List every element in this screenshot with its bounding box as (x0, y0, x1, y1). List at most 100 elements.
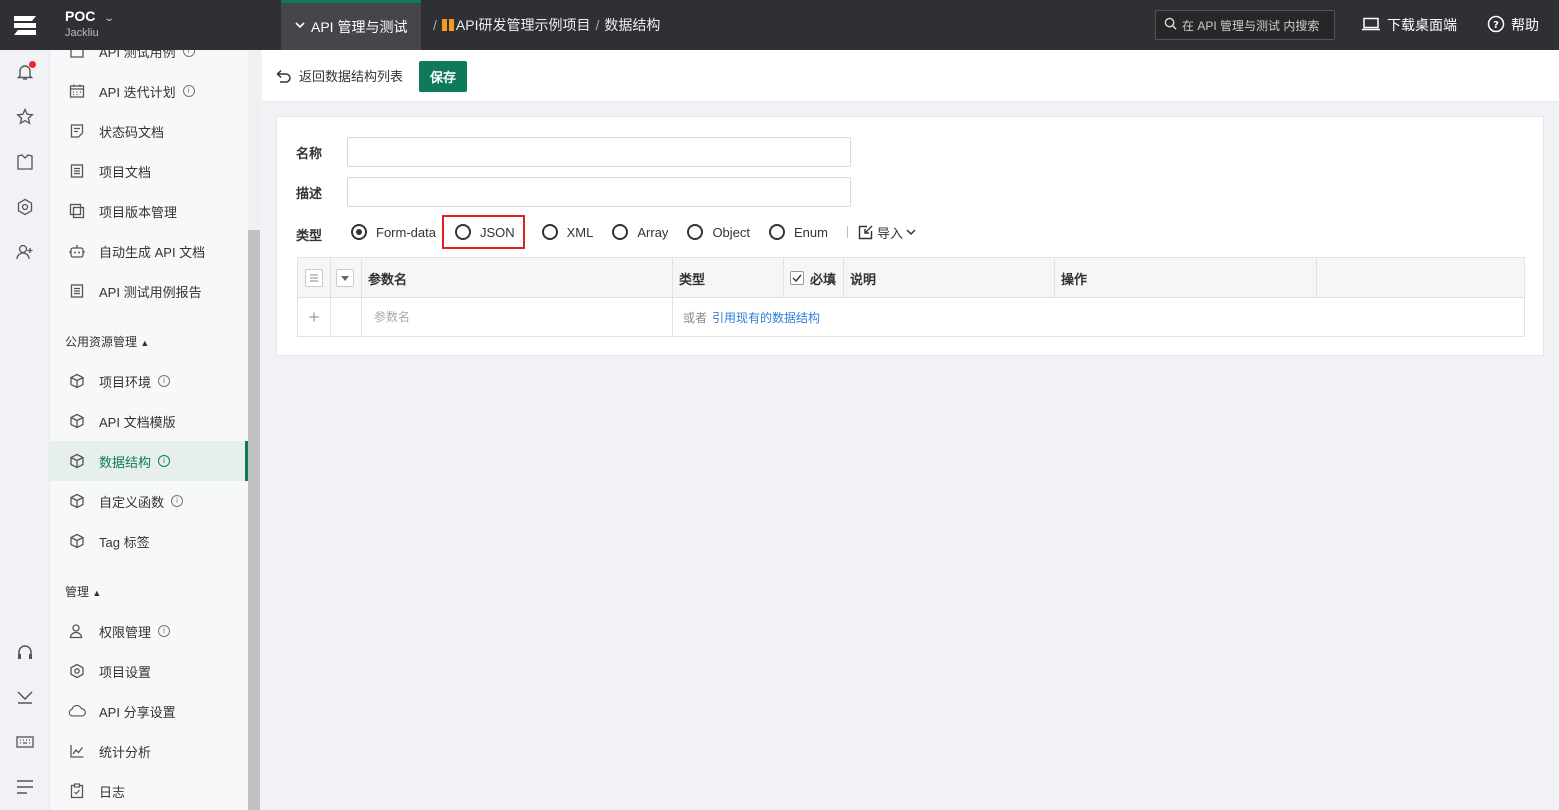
star-icon[interactable] (15, 107, 35, 127)
info-icon[interactable]: i (158, 455, 171, 467)
table-expand-toggle[interactable] (331, 258, 362, 298)
description-label: 描述 (296, 186, 323, 201)
search-placeholder: 在 API 管理与测试 内搜索 (1182, 18, 1320, 33)
data-structure-form: 名称 描述 类型 Form-data JSON XML Array Object… (276, 116, 1544, 356)
menu-icon[interactable] (15, 777, 35, 797)
column-header-actions: 操作 (1055, 258, 1317, 298)
radio-label: JSON (479, 224, 515, 240)
download-desktop-button[interactable]: 下载桌面端 (1362, 0, 1457, 50)
param-name-cell (362, 298, 673, 336)
workspace-switcher[interactable]: POC ⌄ Jackliu (65, 8, 116, 39)
sidebar-item-label: 统计分析 (99, 744, 152, 760)
checkbox-checked-icon[interactable] (790, 271, 804, 285)
sidebar-item-tags[interactable]: Tag 标签 (50, 521, 248, 561)
breadcrumb-project[interactable]: API研发管理示例项目 (456, 15, 591, 35)
sidebar-item-version-management[interactable]: 项目版本管理 (50, 191, 248, 231)
type-radio-object[interactable]: Object (687, 221, 750, 243)
sidebar-item-label: 自动生成 API 文档 (99, 244, 206, 260)
sidebar-group-public-resources[interactable]: 公用资源管理 ▲ (65, 333, 149, 350)
info-icon[interactable]: i (171, 495, 184, 507)
sidebar-item-project-env[interactable]: 项目环境 i (50, 361, 248, 401)
global-search[interactable]: 在 API 管理与测试 内搜索 (1155, 10, 1335, 40)
download-icon[interactable] (15, 687, 35, 707)
download-label: 下载桌面端 (1387, 17, 1457, 33)
table-header: 参数名 类型 必填 说明 操作 (298, 258, 1524, 298)
workspace-name: POC (65, 8, 96, 24)
bell-icon[interactable] (15, 61, 36, 82)
column-header-required[interactable]: 必填 (784, 258, 844, 298)
import-dropdown[interactable]: 导入 (858, 223, 920, 242)
keyboard-icon[interactable] (15, 732, 35, 752)
sidebar-item-doc-template[interactable]: API 文档模版 (50, 401, 248, 441)
sidebar-item-share-settings[interactable]: API 分享设置 (50, 691, 248, 731)
type-radio-form-data[interactable]: Form-data (351, 221, 436, 243)
app-logo-icon[interactable] (0, 0, 50, 50)
sidebar-item-label: 数据结构 (99, 454, 152, 470)
cube-icon (68, 532, 86, 550)
headset-icon[interactable] (15, 642, 35, 662)
sidebar-item-api-iteration[interactable]: API 迭代计划 i (50, 71, 248, 111)
sidebar-group-manage[interactable]: 管理 ▲ (65, 583, 101, 600)
cube-icon (68, 452, 86, 470)
sidebar-item-status-code-docs[interactable]: 状态码文档 (50, 111, 248, 151)
chevron-down-icon: ⌄ (103, 13, 116, 24)
save-button[interactable]: 保存 (419, 61, 467, 92)
radio-label: Array (637, 224, 669, 240)
sidebar-item-logs[interactable]: 日志 (50, 771, 248, 810)
chart-icon (68, 742, 86, 760)
column-header-param-name: 参数名 (362, 258, 673, 298)
search-icon (1164, 17, 1177, 33)
sidebar-item-auto-generate-docs[interactable]: 自动生成 API 文档 (50, 231, 248, 271)
required-label: 必填 (810, 271, 837, 287)
back-to-list-link[interactable]: 返回数据结构列表 (276, 66, 403, 85)
radio-circle (687, 224, 704, 240)
shirt-icon[interactable] (15, 152, 35, 172)
sidebar-item-project-docs[interactable]: 项目文档 (50, 151, 248, 191)
name-input[interactable] (347, 137, 851, 167)
users-icon (68, 622, 86, 640)
info-icon[interactable]: i (158, 625, 171, 637)
sidebar-item-data-structure[interactable]: 数据结构 i (50, 441, 248, 481)
icon-rail (0, 50, 50, 810)
type-radio-array[interactable]: Array (612, 221, 668, 243)
import-icon (858, 225, 873, 239)
add-user-icon[interactable] (15, 242, 35, 262)
info-icon[interactable]: i (182, 85, 195, 97)
info-icon[interactable]: i (158, 375, 171, 387)
type-radio-xml[interactable]: XML (541, 221, 593, 243)
chevron-up-icon: ▲ (140, 338, 150, 348)
return-arrow-icon (276, 69, 291, 83)
radio-label: Object (712, 224, 751, 240)
help-button[interactable]: ? 帮助 (1487, 0, 1539, 50)
module-switcher[interactable]: API 管理与测试 (281, 0, 421, 50)
import-label: 导入 (876, 225, 903, 241)
sidebar-item-permissions[interactable]: 权限管理 i (50, 611, 248, 651)
sidebar-item-statistics[interactable]: 统计分析 (50, 731, 248, 771)
sidebar-item-test-case-report[interactable]: API 测试用例报告 (50, 271, 248, 311)
table-column-menu[interactable] (298, 258, 331, 298)
type-radio-json[interactable]: JSON (441, 215, 525, 249)
divider (846, 226, 848, 238)
list-icon (305, 269, 323, 287)
breadcrumb-separator: / (433, 17, 437, 33)
cube-icon (68, 492, 86, 510)
sidebar-group-label: 公用资源管理 (65, 335, 138, 349)
sidebar-item-api-test-cases[interactable]: API 测试用例 i (50, 50, 248, 71)
sidebar-item-label: 项目文档 (99, 164, 152, 180)
reference-existing-structure-link[interactable]: 引用现有的数据结构 (712, 309, 820, 326)
table-row: 或者 引用现有的数据结构 (298, 298, 1524, 336)
help-label: 帮助 (1511, 17, 1539, 33)
sidebar-item-project-settings[interactable]: 项目设置 (50, 651, 248, 691)
param-name-input[interactable] (362, 310, 652, 324)
type-radio-enum[interactable]: Enum (769, 221, 828, 243)
sidebar-item-label: API 测试用例 (99, 50, 176, 60)
add-row-button[interactable] (298, 298, 331, 336)
doc-lines-icon (68, 162, 86, 180)
gear-icon[interactable] (15, 197, 35, 217)
sidebar-scroll-thumb[interactable] (248, 230, 260, 810)
info-icon[interactable]: i (182, 50, 195, 57)
description-input[interactable] (347, 177, 851, 207)
workspace-user: Jackliu (65, 27, 99, 39)
sidebar-item-custom-functions[interactable]: 自定义函数 i (50, 481, 248, 521)
type-radio-group: Form-data JSON XML Array Object Enum 导入 (351, 215, 920, 249)
